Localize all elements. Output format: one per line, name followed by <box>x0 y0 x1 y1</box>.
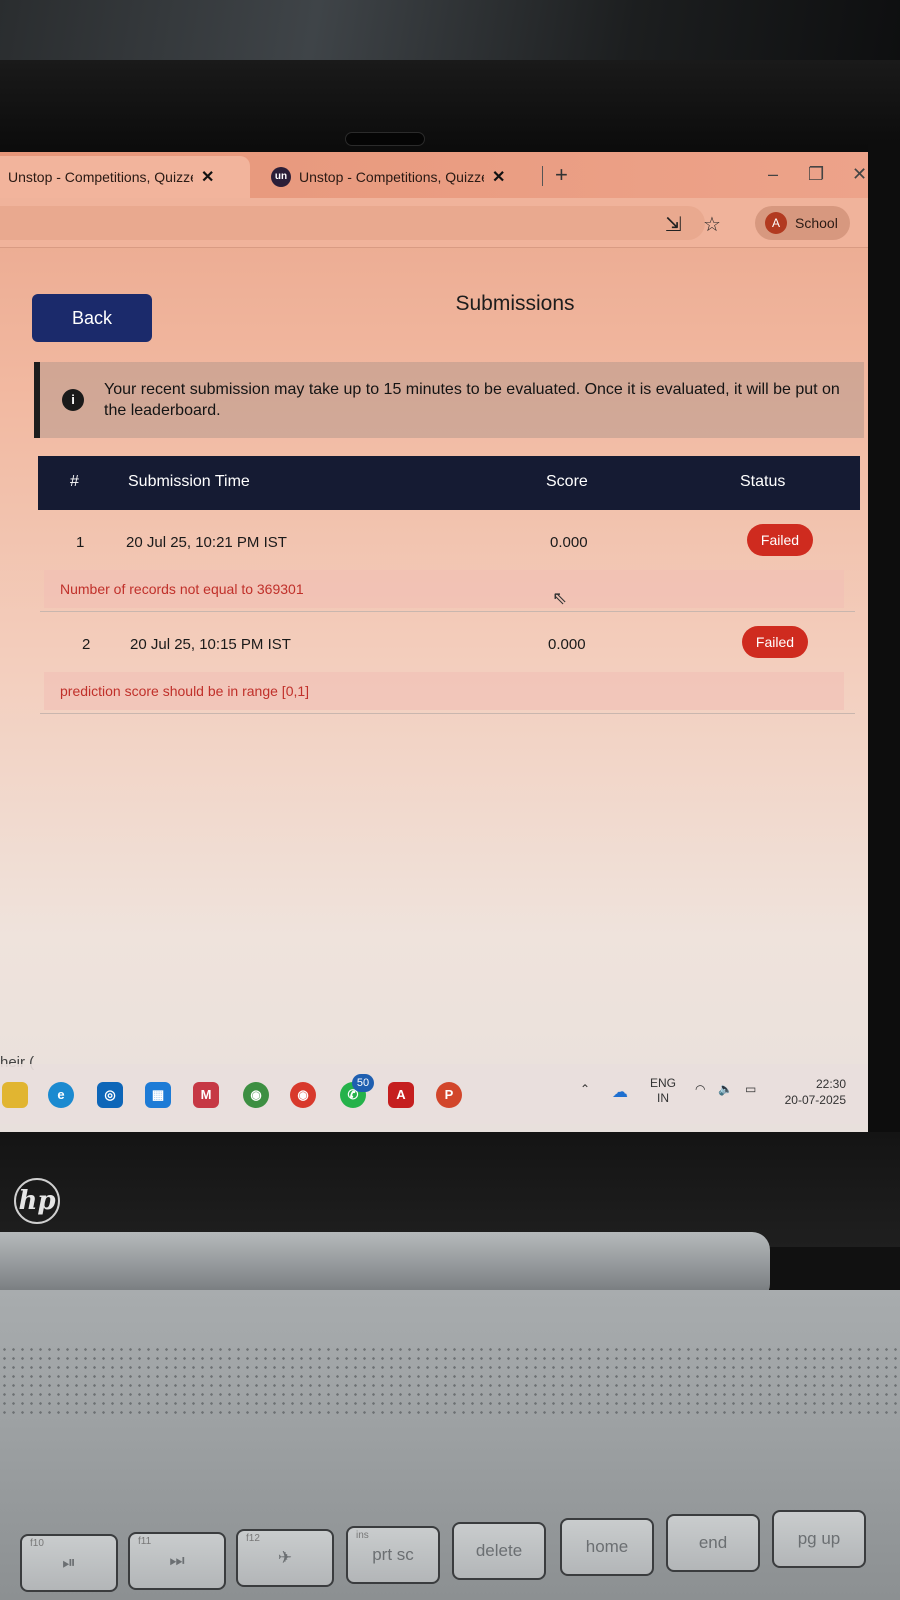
app-square-icon[interactable]: ◎ <box>97 1082 123 1108</box>
chrome-profile-icon[interactable]: ◉ <box>243 1082 269 1108</box>
key-label: end <box>698 1533 728 1552</box>
file-explorer-icon[interactable] <box>2 1082 28 1108</box>
bookmark-star-icon[interactable]: ☆ <box>703 212 721 237</box>
row-error-message: prediction score should be in range [0,1… <box>44 672 844 710</box>
speaker-volume-icon[interactable]: 🔈 <box>718 1082 733 1096</box>
new-tab-plus-icon[interactable]: + <box>555 162 568 188</box>
wifi-icon[interactable]: ◠ <box>695 1082 705 1096</box>
key-fn-label: ins <box>356 1530 369 1541</box>
battery-icon[interactable]: ▭ <box>745 1082 756 1096</box>
hp-logo: hp <box>14 1178 60 1224</box>
profile-avatar: A <box>765 212 787 234</box>
row-index: 1 <box>76 534 85 551</box>
restore-icon[interactable]: ❐ <box>808 164 824 185</box>
key-f12[interactable]: f12 ✈ <box>236 1529 334 1587</box>
install-app-icon[interactable]: ⇲ <box>665 212 682 237</box>
key-fn-label: f11 <box>138 1536 152 1547</box>
status-badge: Failed <box>742 626 808 658</box>
tab-close-icon[interactable]: ✕ <box>201 167 214 187</box>
status-badge: Failed <box>747 524 813 556</box>
table-row: 2 20 Jul 25, 10:15 PM IST 0.000 Failed p… <box>40 614 855 714</box>
keyboard-row: f10 ⏯ f11 ⏭ f12 ✈ ins prt sc delete home… <box>0 1500 900 1600</box>
key-home[interactable]: home <box>560 1518 654 1576</box>
laptop-bezel-right <box>868 140 900 1150</box>
key-label: prt sc <box>372 1545 414 1564</box>
clock-time: 22:30 <box>815 1077 846 1091</box>
header-status: Status <box>740 473 786 490</box>
notice-text: Your recent submission may take up to 15… <box>104 381 840 419</box>
row-score: 0.000 <box>548 636 586 653</box>
windows-taskbar: e ◎ ▦ M ◉ ◉ ✆ 50 A P ⌃ ☁ ENG IN ◠ 🔈 ▭ 22… <box>0 1064 872 1124</box>
key-f10[interactable]: f10 ⏯ <box>20 1534 118 1592</box>
profile-name: School <box>795 215 838 231</box>
mouse-cursor-icon: ⇖ <box>552 588 568 608</box>
tab-title: Unstop - Competitions, Quizzes <box>8 169 193 185</box>
edge-browser-icon[interactable]: e <box>48 1082 74 1108</box>
row-score: 0.000 <box>550 534 588 551</box>
minimize-icon[interactable]: – <box>768 164 778 185</box>
tab-separator <box>542 166 543 186</box>
laptop-screen: Unstop - Competitions, Quizzes ✕ un Unst… <box>0 152 872 1132</box>
tab-title: Unstop - Competitions, Quizzes <box>299 169 484 185</box>
submissions-table-header: # Submission Time Score Status <box>38 456 860 510</box>
row-error-message: Number of records not equal to 369301 <box>44 570 844 608</box>
lang-code: ENG <box>650 1076 677 1090</box>
key-end[interactable]: end <box>666 1514 760 1572</box>
clock-date: 20-07-2025 <box>784 1093 846 1107</box>
key-fn-label: f10 <box>30 1538 44 1549</box>
key-page-up[interactable]: pg up <box>772 1510 866 1568</box>
key-fn-label: f12 <box>246 1533 260 1544</box>
window-close-icon[interactable]: ✕ <box>852 164 867 185</box>
header-score: Score <box>546 473 588 490</box>
key-label: pg up <box>797 1529 841 1548</box>
webcam <box>345 132 425 146</box>
key-label: home <box>585 1537 629 1556</box>
back-button[interactable]: Back <box>32 294 152 342</box>
page-title: Submissions <box>455 292 575 315</box>
address-bar[interactable] <box>0 206 705 240</box>
tab-inactive[interactable]: un Unstop - Competitions, Quizzes ✕ <box>265 156 535 198</box>
tab-close-icon[interactable]: ✕ <box>492 167 505 187</box>
profile-button[interactable]: A School <box>755 206 850 240</box>
info-icon: i <box>62 389 84 411</box>
row-index: 2 <box>82 636 91 653</box>
chrome-icon[interactable]: ◉ <box>290 1082 316 1108</box>
whatsapp-unread-badge: 50 <box>352 1074 374 1092</box>
tab-active[interactable]: Unstop - Competitions, Quizzes ✕ <box>0 156 250 198</box>
input-language[interactable]: ENG IN <box>650 1076 676 1106</box>
key-label: ⏯ <box>62 1553 76 1572</box>
browser-tab-bar: Unstop - Competitions, Quizzes ✕ un Unst… <box>0 152 872 198</box>
key-label: ✈ <box>277 1548 293 1567</box>
system-clock[interactable]: 22:30 20-07-2025 <box>778 1076 846 1108</box>
header-index: # <box>70 473 79 490</box>
speaker-grille <box>0 1345 900 1415</box>
table-row: 1 20 Jul 25, 10:21 PM IST 0.000 Failed N… <box>40 512 855 612</box>
laptop-bezel-top <box>0 60 900 155</box>
tray-chevron-up-icon[interactable]: ⌃ <box>580 1082 590 1096</box>
mcafee-icon[interactable]: M <box>193 1082 219 1108</box>
header-submission-time: Submission Time <box>128 473 250 490</box>
row-submission-time: 20 Jul 25, 10:21 PM IST <box>126 534 287 551</box>
lang-region: IN <box>657 1091 669 1105</box>
evaluation-notice: i Your recent submission may take up to … <box>34 362 864 438</box>
unstop-favicon-icon: un <box>271 167 291 187</box>
key-print-screen[interactable]: ins prt sc <box>346 1526 440 1584</box>
key-label: ⏭ <box>169 1551 185 1570</box>
onedrive-cloud-icon[interactable]: ☁ <box>612 1082 628 1102</box>
laptop-bezel-bottom <box>0 1132 900 1247</box>
powerpoint-icon[interactable]: P <box>436 1082 462 1108</box>
key-delete[interactable]: delete <box>452 1522 546 1580</box>
key-label: delete <box>475 1541 523 1560</box>
microsoft-store-icon[interactable]: ▦ <box>145 1082 171 1108</box>
row-submission-time: 20 Jul 25, 10:15 PM IST <box>130 636 291 653</box>
key-f11[interactable]: f11 ⏭ <box>128 1532 226 1590</box>
acrobat-icon[interactable]: A <box>388 1082 414 1108</box>
browser-toolbar: ⇲ ☆ A School ⋮ <box>0 198 872 248</box>
